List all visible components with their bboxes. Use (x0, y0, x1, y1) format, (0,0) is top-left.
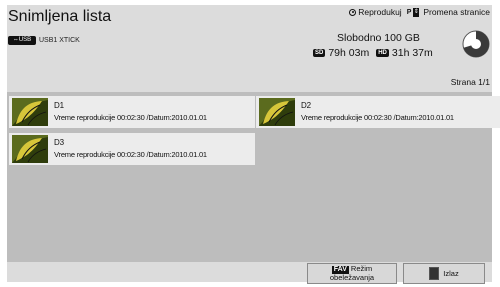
thumbnail-butterfly-icon (12, 98, 48, 126)
mark-mode-button[interactable]: FAV Režim obeležavanja (307, 263, 397, 284)
exit-label: Izlaz (443, 268, 459, 278)
p-icon: P (406, 8, 412, 16)
recording-list: D1 Vreme reprodukcije 00:02:30 /Datum:20… (7, 92, 500, 262)
sd-time: 79h 03m (328, 47, 370, 59)
free-space: Slobodno 100 GB (337, 32, 420, 44)
list-item[interactable]: D3 Vreme reprodukcije 00:02:30 /Datum:20… (9, 133, 255, 165)
recording-name: D2 (301, 101, 311, 110)
hd-badge: HD (376, 49, 389, 57)
play-hint: Reprodukuj (358, 7, 402, 17)
disk-usage-icon (462, 30, 490, 58)
page-indicator: Strana 1/1 (450, 77, 490, 87)
hd-time: 31h 37m (391, 47, 433, 59)
device-indicator: ⇔ USB USB1 XTICK (8, 33, 80, 47)
mark-mode-label-2: obeležavanja (329, 273, 375, 282)
sd-badge: SD (313, 49, 326, 57)
exit-button[interactable]: Izlaz (403, 263, 485, 284)
thumbnail-butterfly-icon (259, 98, 295, 126)
remaining-times: SD 79h 03m HD 31h 37m (313, 47, 433, 59)
device-label: USB1 XTICK (39, 36, 80, 44)
page-updown-icon: ⇕ (413, 7, 420, 17)
list-item[interactable]: D2 Vreme reprodukcije 00:02:30 /Datum:20… (256, 96, 500, 128)
list-item[interactable]: D1 Vreme reprodukcije 00:02:30 /Datum:20… (9, 96, 255, 128)
hint-bar: Reprodukuj P ⇕ Promena stranice (349, 7, 490, 17)
mark-mode-label-1: Režim (350, 264, 373, 273)
recording-info: Vreme reprodukcije 00:02:30 /Datum:2010.… (54, 113, 207, 122)
recorded-list-screen: Snimljena lista ⇔ USB USB1 XTICK Reproduk… (0, 0, 500, 287)
page-title: Snimljena lista (8, 8, 112, 25)
recording-name: D3 (54, 138, 64, 147)
thumbnail-butterfly-icon (12, 135, 48, 163)
recording-name: D1 (54, 101, 64, 110)
recording-info: Vreme reprodukcije 00:02:30 /Datum:2010.… (54, 150, 207, 159)
ok-button-icon (349, 8, 357, 16)
page-change-hint: Promena stranice (423, 7, 490, 17)
exit-icon (429, 267, 440, 280)
usb-icon: ⇔ USB (8, 35, 36, 45)
recording-info: Vreme reprodukcije 00:02:30 /Datum:2010.… (301, 113, 454, 122)
